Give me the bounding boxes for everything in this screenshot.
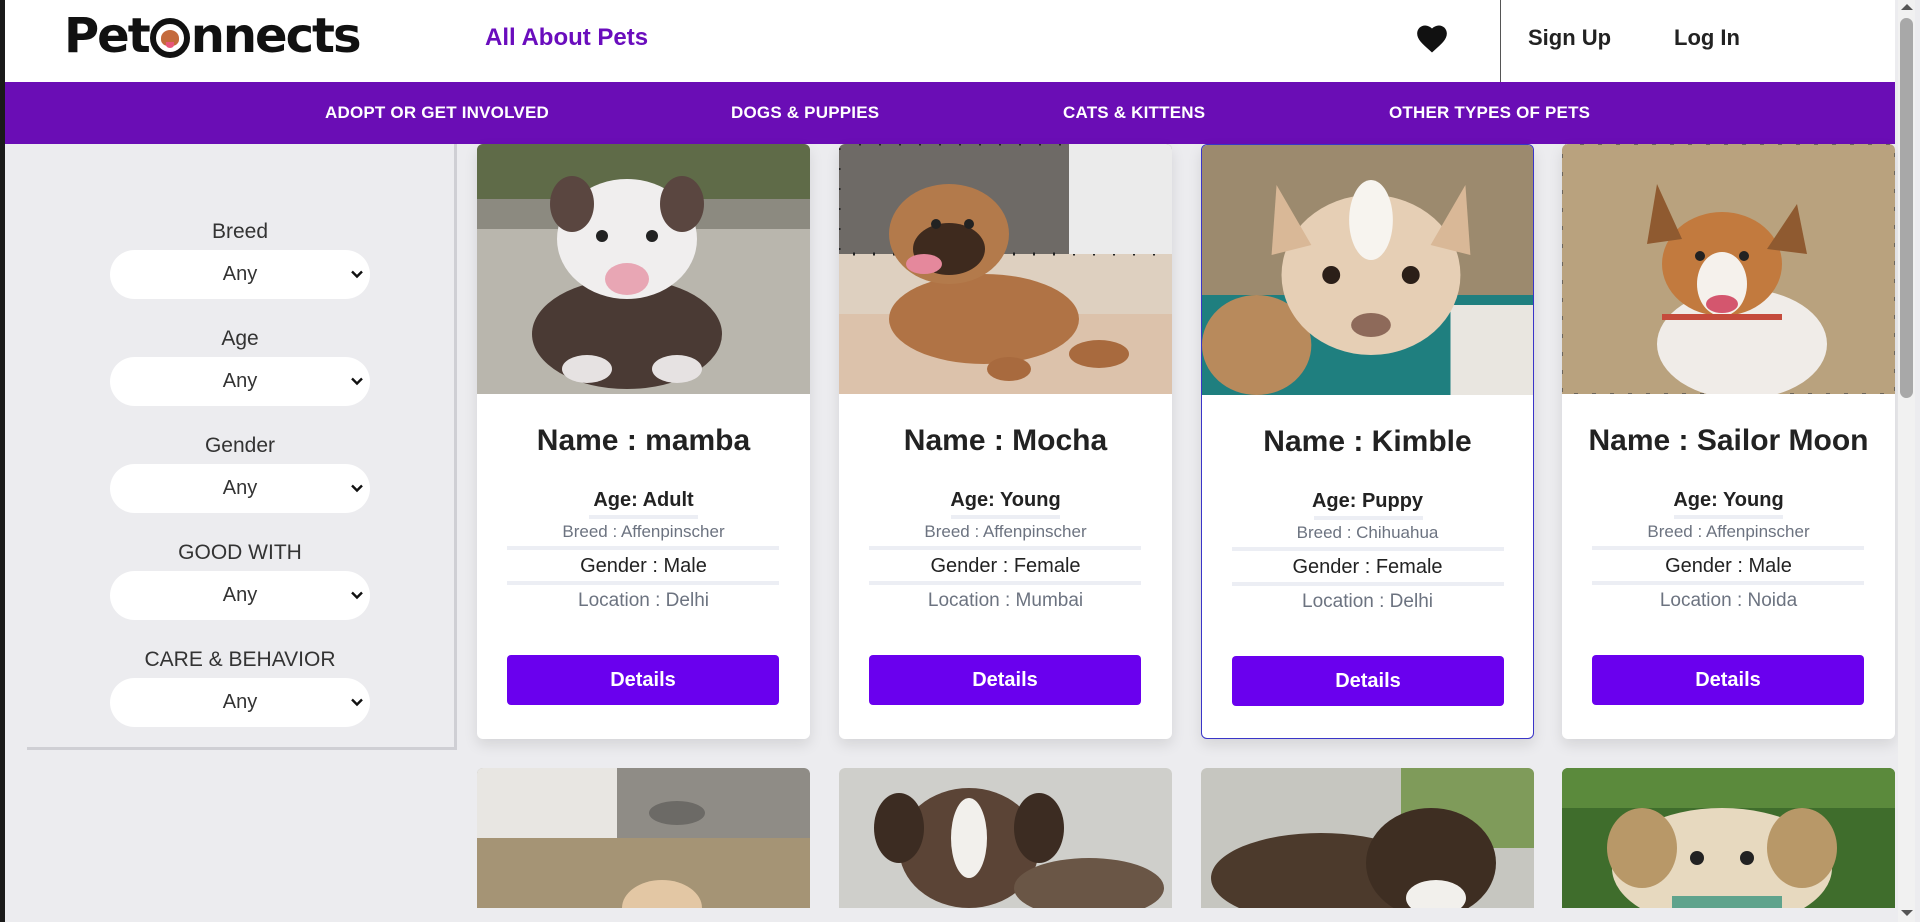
gender-select[interactable]: Any (110, 464, 370, 513)
header-divider (1500, 0, 1501, 82)
chevron-down-icon (351, 698, 363, 707)
filter-care-behavior: CARE & BEHAVIOR Any (110, 648, 370, 727)
divider (1314, 516, 1423, 520)
divider (1232, 547, 1504, 551)
pet-card[interactable]: Name : Sailor Moon Age: Young Breed : Af… (1562, 144, 1895, 739)
select-value: Any (222, 263, 258, 285)
select-value: Any (222, 584, 258, 606)
filter-label: CARE & BEHAVIOR (144, 648, 336, 671)
chevron-down-icon (351, 270, 363, 279)
tagline-link[interactable]: All About Pets (485, 24, 648, 52)
heart-icon[interactable] (1414, 22, 1450, 54)
divider (869, 546, 1141, 550)
details-button[interactable]: Details (507, 655, 779, 705)
filter-label: Breed (211, 220, 269, 243)
filter-good-with: GOOD WITH Any (110, 541, 370, 620)
pet-photo (1202, 145, 1533, 395)
pet-card[interactable]: Name : Kimble Age: Puppy Breed : Chihuah… (1201, 144, 1534, 739)
filter-gender: Gender Any (110, 434, 370, 513)
pet-location: Location : Delhi (1302, 591, 1433, 612)
details-button[interactable]: Details (869, 655, 1141, 705)
pet-photo (1562, 144, 1895, 394)
login-link[interactable]: Log In (1674, 25, 1740, 51)
pet-name: Name : Mocha (903, 424, 1108, 457)
pet-gender: Gender : Female (930, 555, 1081, 577)
divider (951, 515, 1060, 519)
nav-cats[interactable]: CATS & KITTENS (1063, 103, 1205, 123)
good-with-select[interactable]: Any (110, 571, 370, 620)
header: Pet nnects All About Pets Sign Up Log In (5, 0, 1895, 82)
pet-photo (1562, 768, 1895, 908)
filter-label: Age (221, 327, 259, 350)
pet-card-partial[interactable] (477, 768, 810, 908)
nav-other-pets[interactable]: OTHER TYPES OF PETS (1389, 103, 1590, 123)
filter-label: GOOD WITH (178, 541, 302, 564)
pet-photo (839, 144, 1172, 394)
filter-age: Age Any (110, 327, 370, 406)
pet-photo (477, 144, 810, 394)
pet-age: Age: Puppy (1311, 490, 1424, 512)
filter-sidebar: Breed Any Age Any Gender Any GOOD WITH A… (27, 144, 457, 750)
logo-text-end: nnects (190, 8, 362, 64)
pet-card-partial[interactable] (1562, 768, 1895, 908)
scroll-up-arrow-icon[interactable] (1901, 4, 1913, 10)
pet-breed: Breed : Chihuahua (1296, 523, 1439, 542)
logo[interactable]: Pet nnects (64, 8, 362, 64)
nav-dogs[interactable]: DOGS & PUPPIES (731, 103, 879, 123)
divider (1674, 515, 1783, 519)
chevron-down-icon (351, 377, 363, 386)
divider (1232, 582, 1504, 586)
pet-name: Name : mamba (536, 424, 751, 457)
pet-breed: Breed : Affenpinscher (562, 522, 725, 541)
pet-location: Location : Delhi (578, 590, 709, 611)
pet-card-partial[interactable] (1201, 768, 1534, 908)
main-nav: ADOPT OR GET INVOLVED DOGS & PUPPIES CAT… (5, 82, 1895, 144)
scrollbar-thumb[interactable] (1900, 18, 1913, 398)
divider (507, 546, 779, 550)
pet-location: Location : Mumbai (927, 590, 1084, 611)
logo-text-start: Pet (64, 8, 151, 64)
breed-select[interactable]: Any (110, 250, 370, 299)
pet-photo (477, 768, 810, 908)
care-behavior-select[interactable]: Any (110, 678, 370, 727)
pet-gender: Gender : Male (1665, 555, 1792, 577)
select-value: Any (222, 691, 258, 713)
scroll-down-arrow-icon[interactable] (1901, 910, 1913, 916)
details-button[interactable]: Details (1232, 656, 1504, 706)
pet-name: Name : Kimble (1263, 425, 1472, 458)
pet-photo (1201, 768, 1534, 908)
age-select[interactable]: Any (110, 357, 370, 406)
pet-location: Location : Noida (1659, 590, 1798, 611)
pet-breed: Breed : Affenpinscher (924, 522, 1087, 541)
nav-adopt[interactable]: ADOPT OR GET INVOLVED (325, 103, 549, 123)
pet-gender: Gender : Male (580, 555, 707, 577)
pet-age: Age: Young (950, 489, 1061, 511)
pet-age: Age: Young (1673, 489, 1784, 511)
divider (1592, 546, 1864, 550)
chevron-down-icon (351, 591, 363, 600)
divider (589, 515, 698, 519)
pet-photo (839, 768, 1172, 908)
divider (869, 581, 1141, 585)
divider (1592, 581, 1864, 585)
pet-card[interactable]: Name : Mocha Age: Young Breed : Affenpin… (839, 144, 1172, 739)
pet-age: Age: Adult (593, 489, 694, 511)
signup-link[interactable]: Sign Up (1528, 25, 1611, 51)
select-value: Any (222, 477, 258, 499)
pet-breed: Breed : Affenpinscher (1647, 522, 1810, 541)
husky-logo-icon (149, 18, 190, 58)
divider (507, 581, 779, 585)
pet-gender: Gender : Female (1292, 556, 1443, 578)
filter-label: Gender (204, 434, 276, 457)
pet-card[interactable]: Name : mamba Age: Adult Breed : Affenpin… (477, 144, 810, 739)
pet-name: Name : Sailor Moon (1588, 424, 1869, 457)
chevron-down-icon (351, 484, 363, 493)
filter-breed: Breed Any (110, 220, 370, 299)
select-value: Any (222, 370, 258, 392)
pet-card-partial[interactable] (839, 768, 1172, 908)
details-button[interactable]: Details (1592, 655, 1864, 705)
